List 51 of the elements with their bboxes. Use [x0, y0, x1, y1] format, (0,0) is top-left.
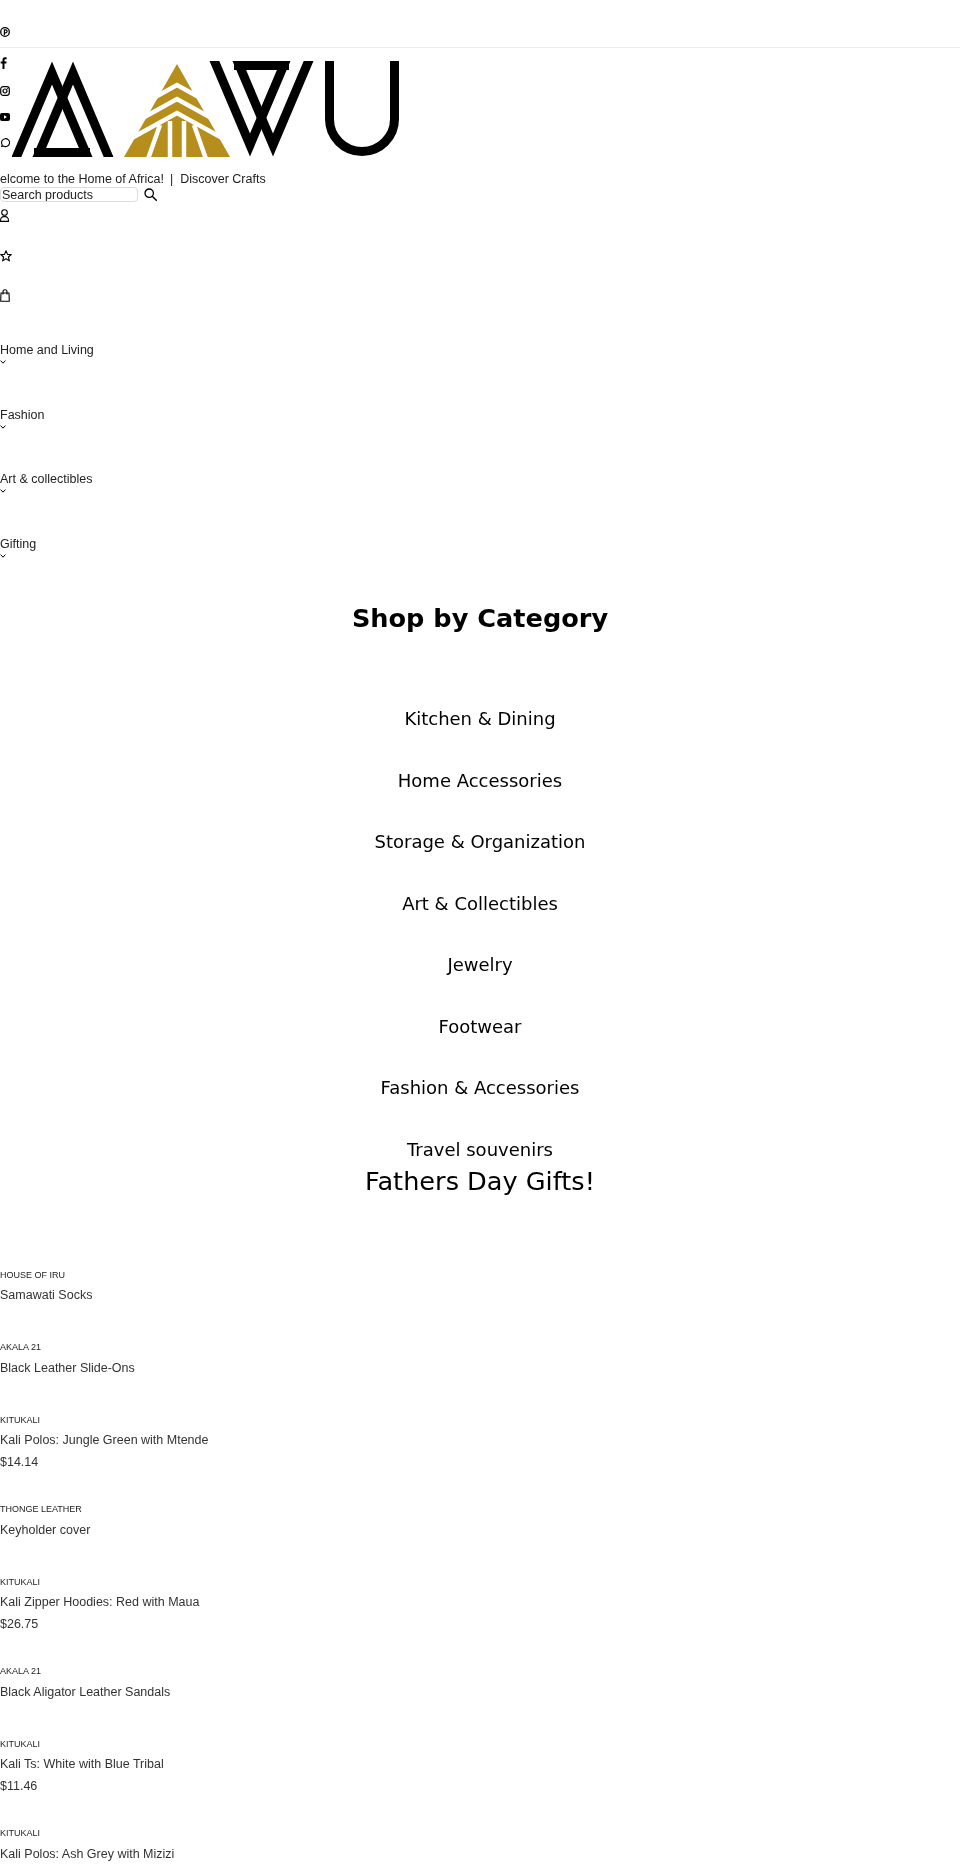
- user-icon[interactable]: [0, 209, 9, 222]
- welcome-text: elcome to the Home of Africa!: [0, 172, 164, 186]
- chevron-down-icon[interactable]: [0, 360, 6, 364]
- product-name-link[interactable]: Black Leather Slide-Ons: [0, 1360, 135, 1376]
- brand-label: KITUKALI: [0, 1828, 40, 1839]
- section-heading: Shop by Category: [350, 603, 610, 633]
- product-name-link[interactable]: Keyholder cover: [0, 1522, 91, 1538]
- product-name-link[interactable]: Samawati Socks: [0, 1288, 93, 1303]
- youtube-icon[interactable]: [0, 113, 10, 121]
- product-name-link[interactable]: Kali Polos: Ash Grey with Mizizi: [0, 1846, 175, 1862]
- brand-label: KITUKALI: [0, 1576, 40, 1588]
- star-icon[interactable]: [0, 249, 12, 262]
- category-link[interactable]: Fashion & Accessories: [380, 1076, 580, 1100]
- nav-menu-item[interactable]: Home and Living: [0, 343, 94, 358]
- chevron-down-icon[interactable]: [0, 489, 6, 493]
- search-icon[interactable]: [144, 188, 157, 201]
- category-link[interactable]: Kitchen & Dining: [404, 707, 556, 731]
- brand-label: THONGE LEATHER: [0, 1504, 82, 1515]
- search-field[interactable]: Search products: [0, 187, 138, 202]
- price-text: $26.75: [0, 1617, 39, 1632]
- nav-menu-item[interactable]: Fashion: [0, 407, 45, 423]
- instagram-icon[interactable]: [0, 86, 10, 96]
- chevron-down-icon[interactable]: [0, 553, 6, 558]
- nav-menu-item[interactable]: Gifting: [0, 536, 37, 552]
- brand-label: KITUKALI: [0, 1738, 40, 1750]
- product-name-link[interactable]: Kali Polos: Jungle Green with Mtende: [0, 1433, 209, 1448]
- brand-label: KITUKALI: [0, 1414, 40, 1426]
- chat-bubble-icon[interactable]: [0, 138, 10, 148]
- category-link[interactable]: Travel souvenirs: [407, 1137, 553, 1162]
- price-text: $14.14: [0, 1455, 39, 1470]
- discover-crafts-link[interactable]: Discover Crafts: [180, 172, 266, 186]
- separator-text: |: [169, 172, 174, 186]
- pinterest-icon[interactable]: [0, 27, 10, 37]
- section-heading: Fathers Day Gifts!: [364, 1166, 596, 1196]
- product-name-link[interactable]: Kali Zipper Hoodies: Red with Maua: [0, 1595, 200, 1610]
- facebook-icon[interactable]: [0, 57, 7, 69]
- shopping-bag-icon[interactable]: [0, 289, 10, 302]
- category-link[interactable]: Jewelry: [447, 953, 513, 977]
- brand-label: AKALA 21: [0, 1666, 42, 1677]
- logo[interactable]: [12, 61, 402, 159]
- product-name-link[interactable]: Black Aligator Leather Sandals: [0, 1684, 171, 1700]
- category-link[interactable]: Footwear: [438, 1014, 522, 1039]
- category-link[interactable]: Home Accessories: [397, 768, 563, 793]
- brand-label: HOUSE OF IRU: [0, 1269, 65, 1281]
- product-name-link[interactable]: Kali Ts: White with Blue Tribal: [0, 1757, 164, 1772]
- price-text: $11.46: [0, 1779, 38, 1794]
- category-link[interactable]: Art & Collectibles: [402, 891, 558, 916]
- category-link[interactable]: Storage & Organization: [374, 830, 586, 854]
- nav-menu-item[interactable]: Art & collectibles: [0, 472, 93, 487]
- chevron-down-icon[interactable]: [0, 424, 6, 429]
- brand-label: AKALA 21: [0, 1342, 42, 1353]
